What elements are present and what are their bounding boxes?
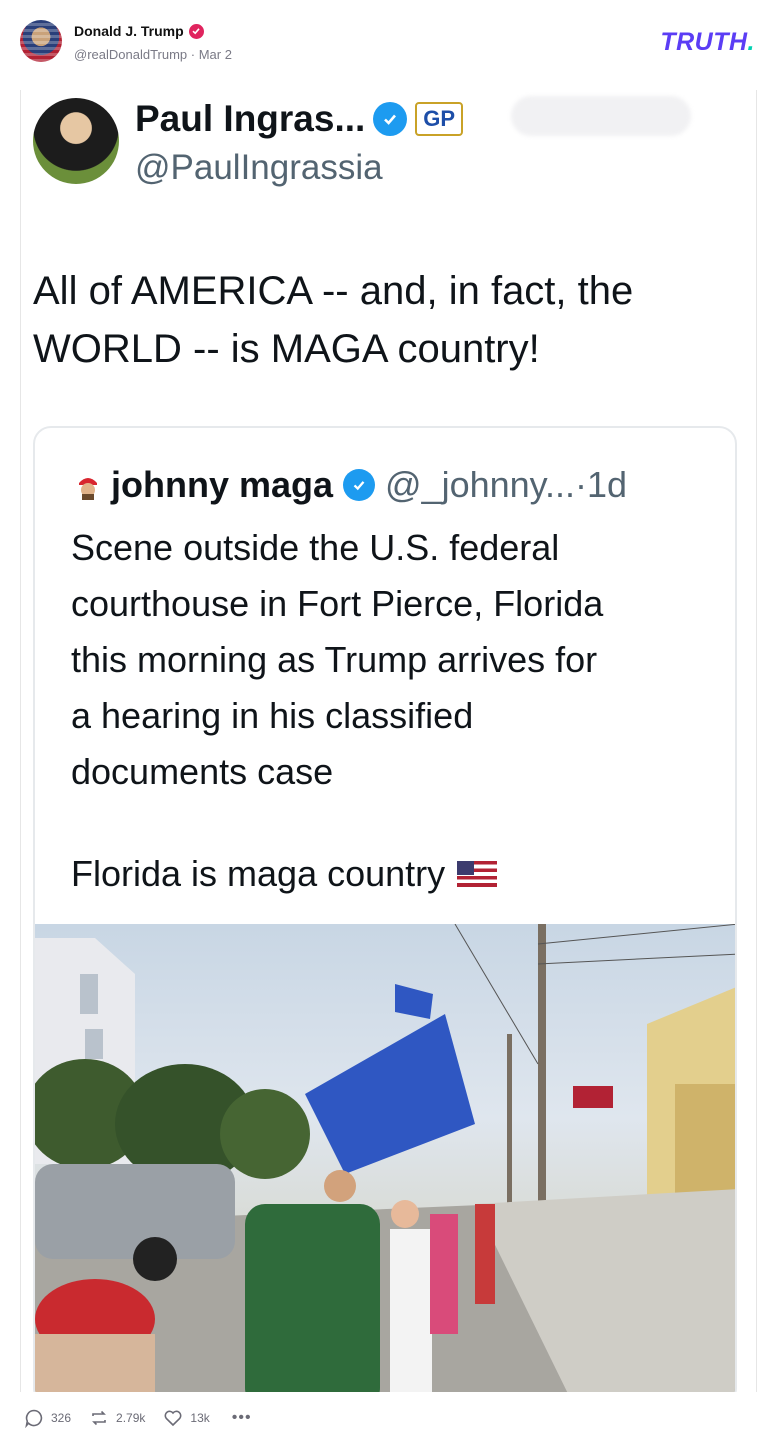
quote-text-line: documents case bbox=[71, 751, 334, 792]
quote-avatar-icon bbox=[75, 470, 101, 500]
embedded-avatar bbox=[33, 98, 119, 184]
gp-badge: GP bbox=[415, 102, 464, 136]
quote-text-line: courthouse in Fort Pierce, Florida bbox=[71, 583, 604, 624]
post-actions: 326 2.79k 13k ••• bbox=[24, 1408, 252, 1428]
crowd-photo-illustration bbox=[35, 924, 735, 1392]
quote-name: johnny maga bbox=[111, 464, 334, 505]
quote-text-line: this morning as Trump arrives for bbox=[71, 639, 598, 680]
quote-closing-text: Florida is maga country bbox=[71, 853, 446, 894]
author-handle-date: @realDonaldTrump · Mar 2 bbox=[74, 47, 232, 62]
author-name[interactable]: Donald J. Trump bbox=[74, 23, 184, 39]
author-name-row[interactable]: Donald J. Trump bbox=[74, 23, 204, 39]
more-icon[interactable]: ••• bbox=[232, 1409, 252, 1427]
embedded-name-row: Paul Ingras... GP bbox=[135, 98, 464, 140]
author-avatar[interactable] bbox=[20, 20, 62, 62]
post-image[interactable]: Paul Ingras... GP @PaulIngrassia All of … bbox=[20, 90, 757, 1392]
quote-verified-icon bbox=[343, 469, 376, 501]
quote-header: johnny maga @_johnny...·1d bbox=[75, 464, 627, 506]
reply-count: 326 bbox=[51, 1411, 72, 1425]
post-header: Donald J. Trump @realDonaldTrump · Mar 2… bbox=[0, 0, 777, 80]
quoted-post: johnny maga @_johnny...·1d Scene outside… bbox=[33, 426, 737, 1392]
embedded-text: All of AMERICA -- and, in fact, the WORL… bbox=[33, 262, 733, 378]
reply-icon bbox=[25, 1409, 43, 1428]
embedded-name: Paul Ingras... bbox=[135, 98, 366, 139]
embedded-handle: @PaulIngrassia bbox=[135, 148, 383, 187]
quote-handle-time: @_johnny...·1d bbox=[385, 464, 628, 505]
flag-icon bbox=[457, 861, 498, 887]
embedded-text-line: All of AMERICA -- and, in fact, the bbox=[33, 269, 634, 313]
verified-badge-icon bbox=[188, 23, 204, 39]
quote-closing: Florida is maga country bbox=[71, 853, 498, 895]
reply-button[interactable]: 326 bbox=[24, 1408, 71, 1428]
embedded-text-line: WORLD -- is MAGA country! bbox=[33, 327, 540, 371]
retruth-count: 2.79k bbox=[116, 1411, 146, 1425]
quote-text-line: a hearing in his classified bbox=[71, 695, 474, 736]
retruth-icon bbox=[92, 1410, 106, 1426]
embedded-verified-icon bbox=[373, 102, 408, 136]
quote-text: Scene outside the U.S. federal courthous… bbox=[71, 520, 721, 800]
like-icon bbox=[164, 1410, 182, 1427]
like-count: 13k bbox=[190, 1411, 210, 1425]
blurred-button bbox=[511, 96, 691, 136]
retruth-button[interactable]: 2.79k bbox=[89, 1408, 145, 1428]
like-button[interactable]: 13k bbox=[163, 1408, 210, 1428]
crowd-photo bbox=[35, 924, 735, 1392]
quote-text-line: Scene outside the U.S. federal bbox=[71, 527, 560, 568]
truth-logo[interactable]: TRUTH. bbox=[660, 28, 755, 57]
